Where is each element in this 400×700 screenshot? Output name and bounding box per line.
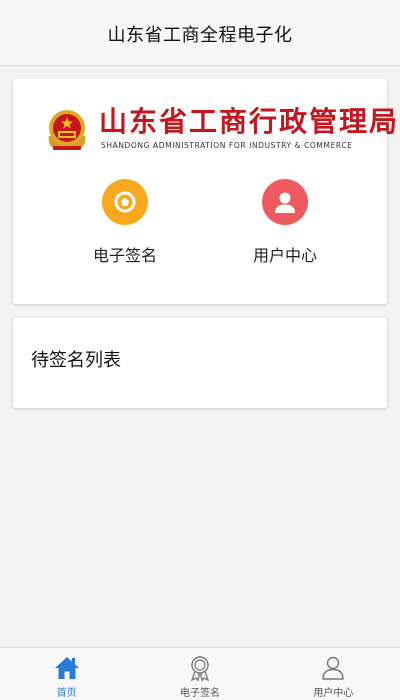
pending-signature-title: 待签名列表 xyxy=(31,350,121,371)
tab-user-center[interactable]: 用户中心 xyxy=(267,648,400,700)
top-header: 山东省工商全程电子化 xyxy=(0,0,400,66)
app-root: 山东省工商全程电子化 山东省工商行政管理局 SHANDONG ADMINISTR… xyxy=(0,0,400,700)
tab-home[interactable]: 首页 xyxy=(0,648,133,700)
award-icon xyxy=(190,656,210,681)
user-icon xyxy=(275,192,295,213)
bottom-tab-bar: 首页 电子签名 用户中心 xyxy=(0,647,400,700)
tab-home-label: 首页 xyxy=(56,688,77,699)
agency-logo-subtitle: SHANDONG ADMINISTRATION FOR INDUSTRY & C… xyxy=(101,141,353,150)
main-card: 山东省工商行政管理局 SHANDONG ADMINISTRATION FOR I… xyxy=(13,79,397,304)
badge-icon xyxy=(114,191,136,213)
e-signature-label: 电子签名 xyxy=(92,246,157,265)
tab-e-signature-label: 电子签名 xyxy=(179,688,220,699)
person-icon xyxy=(322,656,345,680)
user-center-label: 用户中心 xyxy=(252,246,317,265)
user-center-icon-circle xyxy=(262,179,308,225)
agency-logo-banner: 山东省工商行政管理局 SHANDONG ADMINISTRATION FOR I… xyxy=(43,104,397,160)
page-title: 山东省工商全程电子化 xyxy=(107,24,293,46)
e-signature-icon-circle xyxy=(102,179,148,225)
national-emblem-icon xyxy=(48,110,86,150)
user-center-shortcut[interactable]: 用户中心 xyxy=(215,179,355,269)
tab-user-center-label: 用户中心 xyxy=(313,688,354,699)
tab-e-signature[interactable]: 电子签名 xyxy=(133,648,266,700)
pending-signature-card[interactable]: 待签名列表 xyxy=(13,318,387,408)
e-signature-shortcut[interactable]: 电子签名 xyxy=(55,179,195,269)
agency-logo-text: 山东省工商行政管理局 xyxy=(99,105,400,138)
home-icon xyxy=(54,657,79,679)
